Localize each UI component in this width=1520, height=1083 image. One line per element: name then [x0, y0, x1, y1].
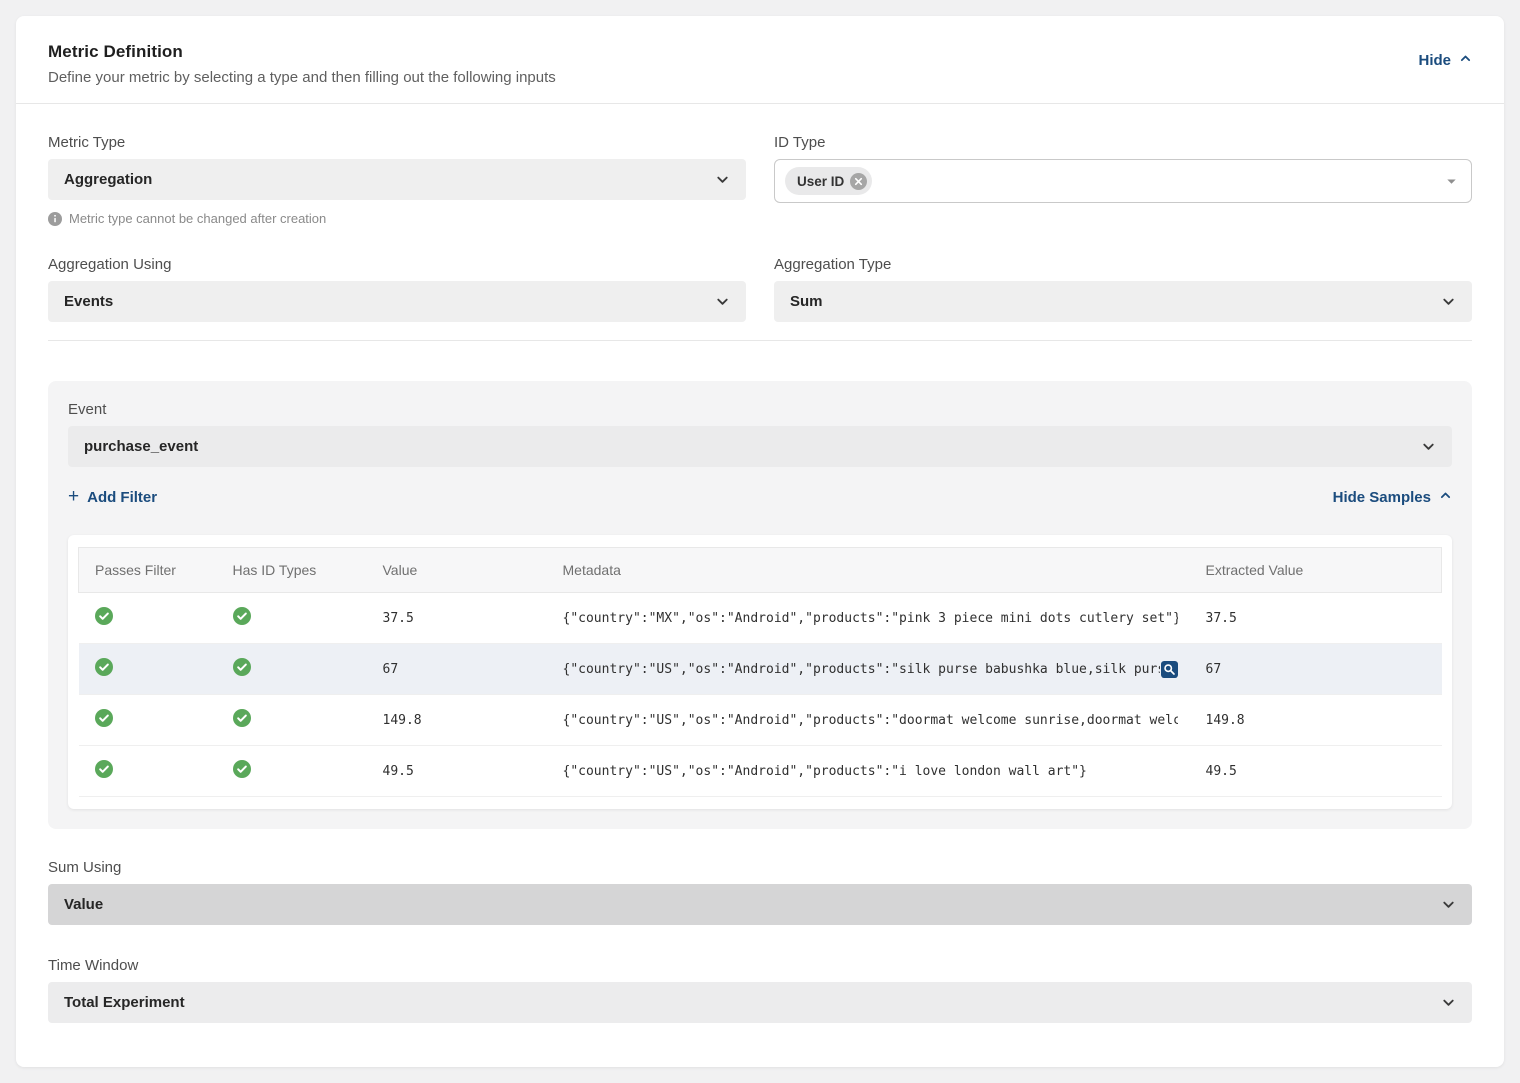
- column-header-has-id-types: Has ID Types: [217, 548, 367, 593]
- panel-body: Metric Type Aggregation Metric type cann…: [16, 104, 1504, 1051]
- form-row-1: Metric Type Aggregation Metric type cann…: [48, 134, 1472, 226]
- sum-using-select[interactable]: Value: [48, 884, 1472, 925]
- metric-type-field: Metric Type Aggregation Metric type cann…: [48, 134, 746, 226]
- value-cell: 49.5: [367, 746, 547, 797]
- extracted-value-cell: 67: [1190, 644, 1442, 695]
- aggregation-using-label: Aggregation Using: [48, 256, 746, 273]
- event-label: Event: [68, 401, 1452, 418]
- metric-type-label: Metric Type: [48, 134, 746, 151]
- id-type-label: ID Type: [774, 134, 1472, 151]
- column-header-passes-filter: Passes Filter: [79, 548, 217, 593]
- chevron-down-icon: [1441, 294, 1456, 309]
- page-subtitle: Define your metric by selecting a type a…: [48, 69, 556, 86]
- plus-icon: +: [68, 487, 79, 506]
- chevron-up-icon: [1439, 489, 1452, 506]
- check-circle-icon: [233, 709, 251, 727]
- value-cell: 67: [367, 644, 547, 695]
- chevron-down-icon: [715, 294, 730, 309]
- time-window-select[interactable]: Total Experiment: [48, 982, 1472, 1023]
- aggregation-type-field: Aggregation Type Sum: [774, 256, 1472, 322]
- extracted-value-cell: 149.8: [1190, 695, 1442, 746]
- hide-button[interactable]: Hide: [1418, 52, 1472, 69]
- aggregation-using-select[interactable]: Events: [48, 281, 746, 322]
- event-value: purchase_event: [84, 438, 1421, 455]
- caret-down-icon: [1446, 176, 1457, 187]
- table-row[interactable]: 49.5 {"country":"US","os":"Android","pro…: [79, 746, 1442, 797]
- chevron-up-icon: [1459, 52, 1472, 69]
- add-filter-button[interactable]: + Add Filter: [68, 488, 157, 507]
- sum-using-field: Sum Using Value: [48, 859, 1472, 925]
- aggregation-type-label: Aggregation Type: [774, 256, 1472, 273]
- time-window-value: Total Experiment: [64, 994, 1441, 1011]
- id-type-tag-label: User ID: [797, 174, 844, 189]
- metric-definition-panel: Metric Definition Define your metric by …: [16, 16, 1504, 1067]
- metadata-cell: {"country":"US","os":"Android","products…: [563, 764, 1087, 779]
- value-cell: 149.8: [367, 695, 547, 746]
- id-type-select[interactable]: User ID: [774, 159, 1472, 203]
- extracted-value-cell: 37.5: [1190, 593, 1442, 644]
- check-circle-icon: [95, 607, 113, 625]
- aggregation-type-value: Sum: [790, 293, 1441, 310]
- page-title: Metric Definition: [48, 42, 556, 62]
- metric-type-note-text: Metric type cannot be changed after crea…: [69, 211, 326, 226]
- hide-label: Hide: [1418, 52, 1451, 69]
- info-circle-icon: [48, 212, 62, 226]
- column-header-value: Value: [367, 548, 547, 593]
- aggregation-using-field: Aggregation Using Events: [48, 256, 746, 322]
- time-window-field: Time Window Total Experiment: [48, 957, 1472, 1023]
- check-circle-icon: [233, 658, 251, 676]
- table-row[interactable]: 149.8 {"country":"US","os":"Android","pr…: [79, 695, 1442, 746]
- sum-using-value: Value: [64, 896, 1441, 913]
- value-cell: 37.5: [367, 593, 547, 644]
- event-section: Event purchase_event + Add Filter Hide S…: [48, 381, 1472, 829]
- metric-type-note: Metric type cannot be changed after crea…: [48, 211, 746, 226]
- chevron-down-icon: [1421, 439, 1436, 454]
- check-circle-icon: [233, 760, 251, 778]
- column-header-extracted-value: Extracted Value: [1190, 548, 1442, 593]
- check-circle-icon: [95, 760, 113, 778]
- id-type-field: ID Type User ID: [774, 134, 1472, 226]
- samples-table: Passes Filter Has ID Types Value Metadat…: [78, 547, 1442, 797]
- table-row[interactable]: 37.5 {"country":"MX","os":"Android","pro…: [79, 593, 1442, 644]
- column-header-metadata: Metadata: [547, 548, 1190, 593]
- panel-header: Metric Definition Define your metric by …: [16, 16, 1504, 104]
- sum-using-label: Sum Using: [48, 859, 1472, 876]
- time-window-label: Time Window: [48, 957, 1472, 974]
- metric-type-select[interactable]: Aggregation: [48, 159, 746, 200]
- id-type-tag: User ID: [785, 167, 872, 195]
- event-select[interactable]: purchase_event: [68, 426, 1452, 467]
- metadata-cell: {"country":"US","os":"Android","products…: [563, 662, 1160, 677]
- section-divider: [48, 340, 1472, 341]
- samples-table-card: Passes Filter Has ID Types Value Metadat…: [68, 535, 1452, 809]
- chevron-down-icon: [715, 172, 730, 187]
- check-circle-icon: [95, 709, 113, 727]
- table-row[interactable]: 67 {"country":"US","os":"Android","produ…: [79, 644, 1442, 695]
- chevron-down-icon: [1441, 995, 1456, 1010]
- table-header-row: Passes Filter Has ID Types Value Metadat…: [79, 548, 1442, 593]
- x-circle-icon[interactable]: [850, 173, 867, 190]
- hide-samples-label: Hide Samples: [1333, 489, 1431, 506]
- aggregation-type-select[interactable]: Sum: [774, 281, 1472, 322]
- add-filter-label: Add Filter: [87, 489, 157, 506]
- filter-row: + Add Filter Hide Samples: [68, 485, 1452, 509]
- aggregation-using-value: Events: [64, 293, 715, 310]
- metadata-cell: {"country":"US","os":"Android","products…: [563, 713, 1178, 728]
- page-background: Metric Definition Define your metric by …: [0, 0, 1520, 1083]
- magnifier-icon[interactable]: [1161, 661, 1178, 678]
- metric-type-value: Aggregation: [64, 171, 715, 188]
- check-circle-icon: [95, 658, 113, 676]
- form-row-2: Aggregation Using Events Aggregation Typ…: [48, 256, 1472, 322]
- check-circle-icon: [233, 607, 251, 625]
- hide-samples-button[interactable]: Hide Samples: [1333, 489, 1452, 506]
- chevron-down-icon: [1441, 897, 1456, 912]
- extracted-value-cell: 49.5: [1190, 746, 1442, 797]
- panel-header-text: Metric Definition Define your metric by …: [48, 42, 556, 86]
- metadata-cell: {"country":"MX","os":"Android","products…: [563, 611, 1178, 626]
